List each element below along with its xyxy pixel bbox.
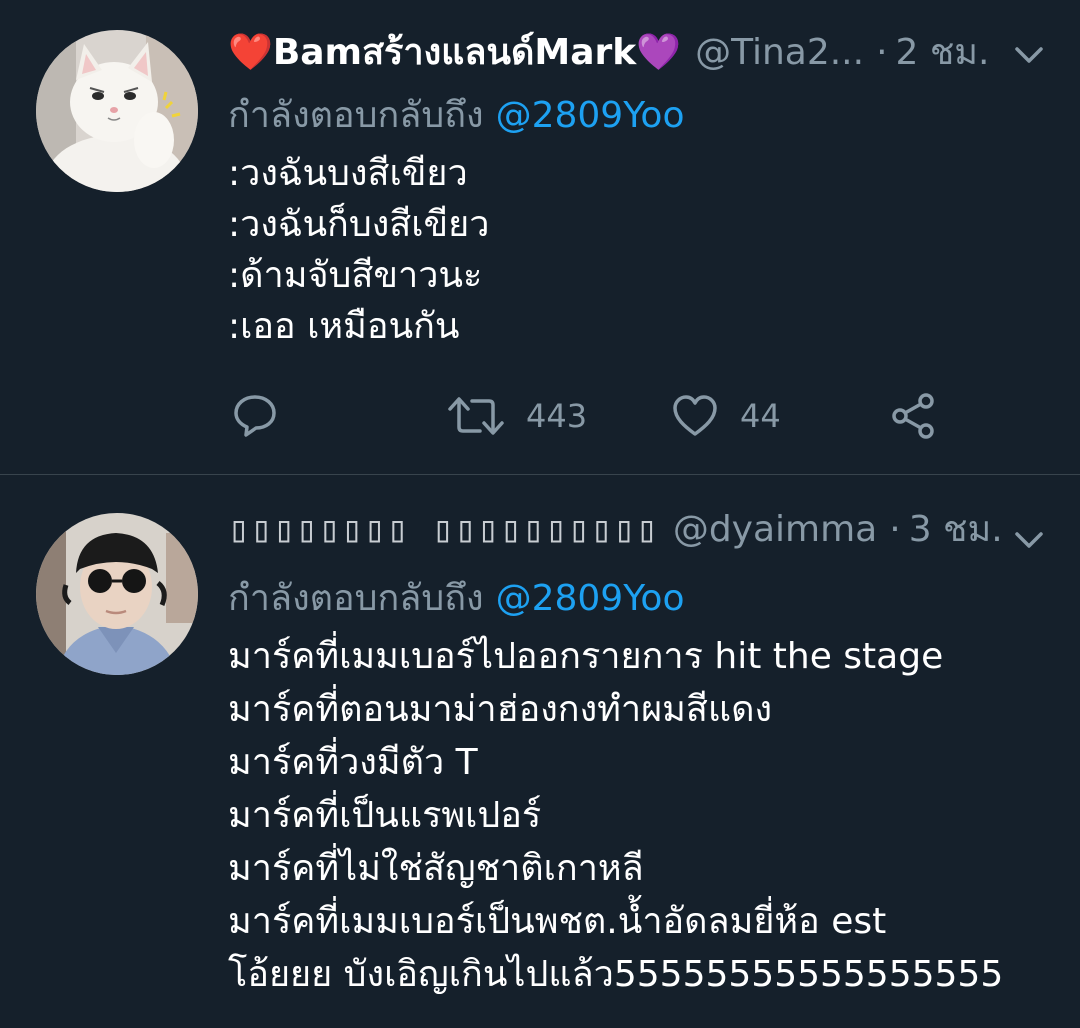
user-handle[interactable]: @dyaimma: [673, 505, 877, 555]
user-handle[interactable]: @Tina2...: [695, 28, 864, 78]
share-icon: [892, 393, 934, 439]
tweet-text: :วงฉันบงสีเขียว :วงฉันก็บงสีเขียว :ด้ามจ…: [228, 148, 1048, 352]
tweet-text-line: :เออ เหมือนกัน: [228, 306, 460, 347]
like-button[interactable]: 44: [670, 388, 781, 444]
tweet-text-line: มาร์คที่เป็นแรพเปอร์: [228, 795, 542, 836]
tweet-actions: 443 44: [228, 388, 988, 444]
avatar[interactable]: [36, 30, 198, 192]
display-name[interactable]: ▯▯▯▯▯▯▯▯ ▯▯▯▯▯▯▯▯▯▯: [228, 505, 659, 555]
display-name[interactable]: ❤️Bamสร้างแลนด์Mark💜: [228, 28, 681, 78]
share-button[interactable]: [888, 388, 938, 444]
tweet-text: มาร์คที่เมมเบอร์ไปออกรายการ hit the stag…: [228, 630, 1048, 1001]
tweet[interactable]: ❤️Bamสร้างแลนด์Mark💜 @Tina2... · 2 ชม. ก…: [0, 0, 1080, 474]
tweet-text-line: โอ้ยยย บังเอิญเกินไปแล้ว5555555555555555…: [228, 954, 1004, 995]
tweet-header: ❤️Bamสร้างแลนด์Mark💜 @Tina2... · 2 ชม.: [228, 28, 990, 78]
tweet[interactable]: ▯▯▯▯▯▯▯▯ ▯▯▯▯▯▯▯▯▯▯ @dyaimma · 3 ชม. กำล…: [0, 475, 1080, 1028]
chevron-down-icon[interactable]: [1012, 38, 1046, 72]
retweet-count: 443: [526, 397, 588, 435]
replying-to-label: กำลังตอบกลับถึง: [228, 578, 484, 619]
reply-icon: [234, 395, 276, 437]
chevron-down-icon[interactable]: [1012, 523, 1046, 557]
tweet-text-line: :วงฉันก็บงสีเขียว: [228, 204, 490, 245]
separator-dot: ·: [876, 32, 888, 73]
reply-button[interactable]: [230, 388, 280, 444]
heart-icon: [673, 395, 717, 436]
replying-to-label: กำลังตอบกลับถึง: [228, 95, 484, 136]
timestamp[interactable]: 2 ชม.: [896, 28, 990, 78]
avatar[interactable]: [36, 513, 198, 675]
tweet-text-line: มาร์คที่ตอนมาม่าฮ่องกงทำผมสีแดง: [228, 689, 773, 730]
tweet-text-line: :ด้ามจับสีขาวนะ: [228, 255, 483, 296]
timeline: ❤️Bamสร้างแลนด์Mark💜 @Tina2... · 2 ชม. ก…: [0, 0, 1080, 1028]
retweet-button[interactable]: 443: [446, 388, 587, 444]
mention-link[interactable]: @2809Yoo: [496, 95, 685, 136]
replying-to: กำลังตอบกลับถึง @2809Yoo: [228, 91, 684, 141]
person-avatar-image: [36, 513, 198, 675]
tweet-text-line: มาร์คที่เมมเบอร์ไปออกรายการ hit the stag…: [228, 636, 944, 677]
tweet-text-line: มาร์คที่ไม่ใช่สัญชาติเกาหลี: [228, 848, 644, 889]
cat-avatar-image: [36, 30, 198, 192]
tweet-text-line: :วงฉันบงสีเขียว: [228, 153, 468, 194]
replying-to: กำลังตอบกลับถึง @2809Yoo: [228, 574, 684, 624]
tweet-text-line: มาร์คที่วงมีตัว T: [228, 742, 478, 783]
retweet-icon: [448, 397, 504, 435]
mention-link[interactable]: @2809Yoo: [496, 578, 685, 619]
timestamp[interactable]: 3 ชม.: [909, 505, 1003, 555]
tweet-text-line: มาร์คที่เมมเบอร์เป็นพชต.น้ำอัดลมยี่ห้อ e…: [228, 901, 887, 942]
like-count: 44: [740, 397, 781, 435]
separator-dot: ·: [889, 509, 901, 550]
tweet-header: ▯▯▯▯▯▯▯▯ ▯▯▯▯▯▯▯▯▯▯ @dyaimma · 3 ชม.: [228, 505, 1003, 555]
